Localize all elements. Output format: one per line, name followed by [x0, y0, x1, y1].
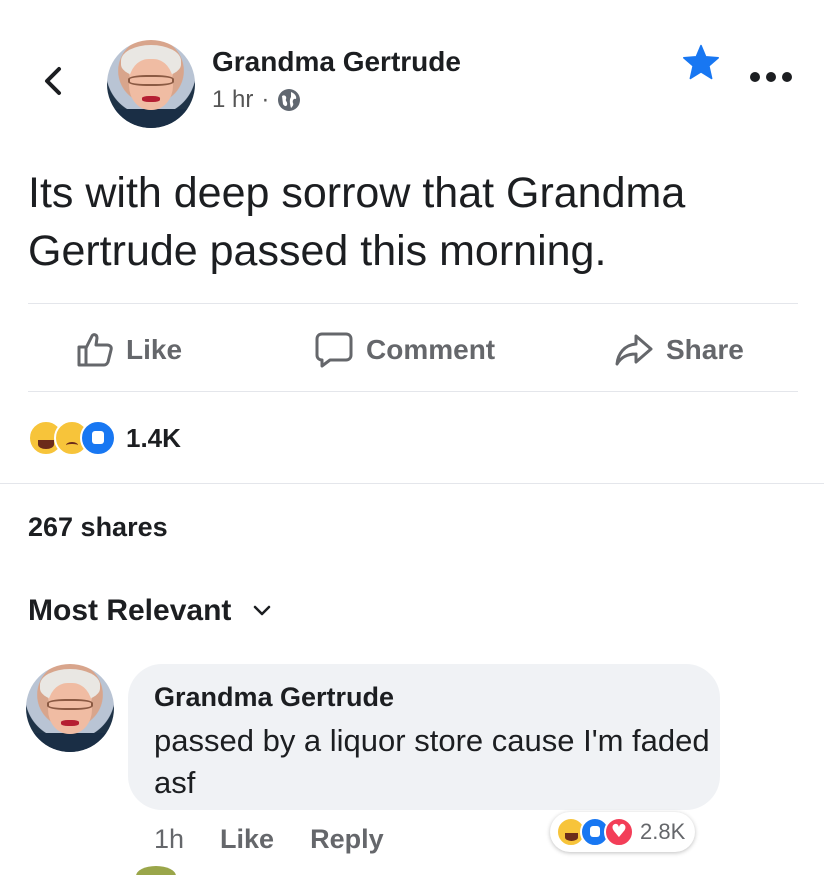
share-button[interactable]: Share [614, 328, 744, 372]
reaction-summary[interactable]: 1.4K [28, 418, 181, 458]
comment-like-button[interactable]: Like [220, 824, 274, 855]
post-text: Its with deep sorrow that Grandma Gertru… [28, 169, 686, 275]
reaction-count: 1.4K [126, 422, 181, 453]
share-count[interactable]: 267 shares [28, 512, 168, 543]
sort-label: Most Relevant [28, 594, 232, 627]
next-comment-avatar [136, 866, 176, 875]
more-dots-icon [750, 72, 760, 82]
divider [28, 303, 798, 304]
meta-separator: · [261, 86, 270, 113]
divider [0, 483, 824, 484]
chevron-left-icon [45, 67, 61, 95]
comment-reply-button[interactable]: Reply [310, 824, 384, 855]
author-avatar[interactable] [107, 40, 195, 128]
favorite-button[interactable] [682, 44, 720, 80]
comment-label: Comment [366, 334, 496, 365]
globe-icon [278, 89, 301, 111]
post-meta: 1 hr · [212, 86, 301, 114]
comment-reaction-count: 2.8K [640, 819, 686, 844]
share-label: Share [666, 334, 744, 365]
star-icon [683, 44, 719, 80]
divider [28, 391, 798, 392]
like-button[interactable]: Like [76, 328, 182, 372]
comment-author[interactable]: Grandma Gertrude [154, 682, 394, 713]
thumbs-up-icon [77, 333, 113, 367]
back-button[interactable] [40, 66, 66, 96]
chevron-down-icon [254, 605, 271, 616]
more-options-button[interactable] [750, 72, 794, 86]
comment-bubble-icon [315, 332, 353, 368]
share-arrow-icon [615, 334, 653, 366]
comment-reaction-summary[interactable]: 2.8K [550, 812, 696, 852]
commenter-avatar[interactable] [26, 664, 114, 752]
comment-actions: 1h Like Reply [154, 824, 384, 855]
post-time[interactable]: 1 hr [212, 86, 253, 114]
comment-time: 1h [154, 824, 185, 854]
comment-text: passed by a liquor store cause I'm faded… [154, 723, 710, 800]
comment-button[interactable]: Comment [314, 328, 495, 372]
post-author-name[interactable]: Grandma Gertrude [212, 46, 461, 78]
love-reaction-icon [604, 817, 634, 847]
comment-sort-dropdown[interactable]: Most Relevant [28, 594, 271, 628]
like-reaction-icon [80, 420, 116, 456]
like-label: Like [126, 334, 183, 365]
